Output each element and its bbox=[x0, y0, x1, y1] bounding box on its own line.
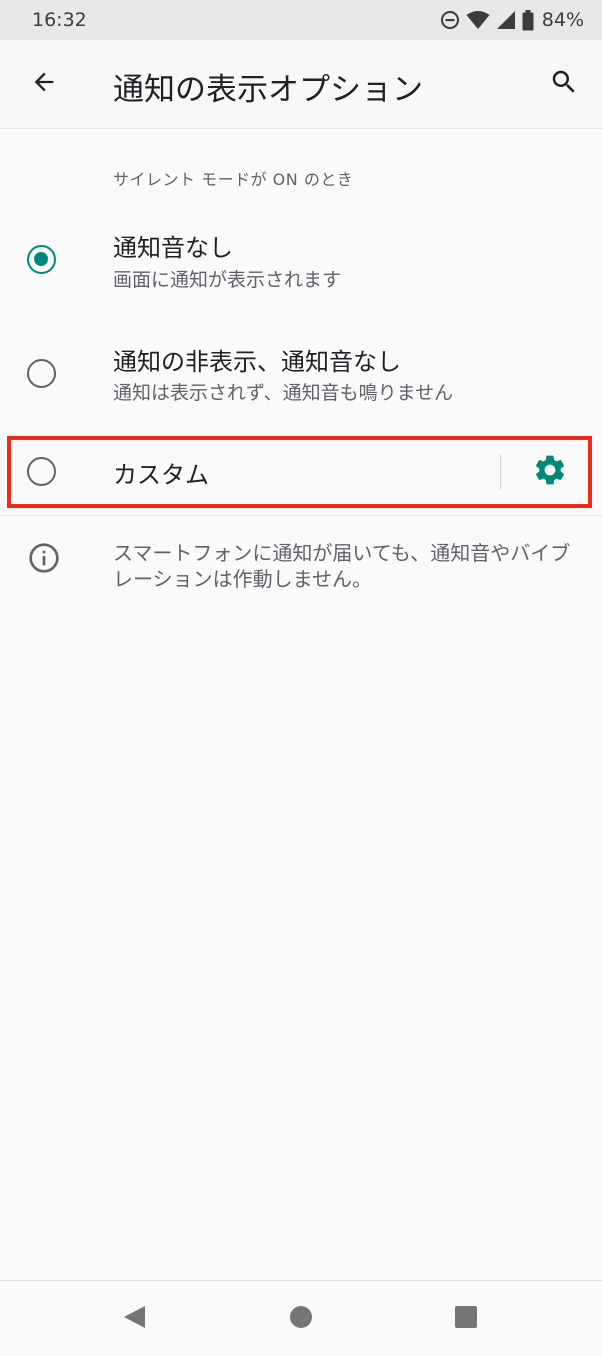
option-hide-notifications[interactable]: 通知の非表示、通知音なし 通知は表示されず、通知音も鳴りません bbox=[0, 323, 602, 423]
nav-recents-icon bbox=[454, 1305, 478, 1333]
option-subtitle: 画面に通知が表示されます bbox=[113, 269, 342, 291]
signal-icon bbox=[496, 10, 516, 30]
radio-button-selected[interactable] bbox=[27, 245, 56, 274]
nav-back-icon bbox=[121, 1304, 147, 1334]
info-icon bbox=[28, 542, 60, 574]
app-bar: 通知の表示オプション bbox=[0, 40, 602, 129]
option-title: 通知の非表示、通知音なし bbox=[113, 348, 401, 376]
section-header: サイレント モードが ON のとき bbox=[113, 170, 354, 189]
status-icons: 84% bbox=[440, 9, 584, 31]
option-title: 通知音なし bbox=[113, 234, 233, 262]
arrow-back-icon bbox=[30, 68, 58, 100]
battery-icon bbox=[522, 9, 534, 31]
info-text: スマートフォンに通知が届いても、通知音やバイブレーションは作動しません。 bbox=[113, 541, 571, 591]
status-bar: 16:32 84% bbox=[0, 0, 602, 40]
do-not-disturb-icon bbox=[440, 10, 460, 30]
search-icon bbox=[549, 67, 579, 101]
battery-percentage: 84% bbox=[541, 9, 584, 31]
nav-home-button[interactable] bbox=[283, 1301, 319, 1337]
divider bbox=[0, 515, 602, 516]
status-time: 16:32 bbox=[32, 9, 87, 31]
back-button[interactable] bbox=[20, 60, 68, 108]
wifi-icon bbox=[466, 10, 490, 30]
nav-back-button[interactable] bbox=[116, 1301, 152, 1337]
radio-button[interactable] bbox=[27, 359, 56, 388]
search-button[interactable] bbox=[540, 60, 588, 108]
highlight-box bbox=[7, 436, 592, 508]
option-subtitle: 通知は表示されず、通知音も鳴りません bbox=[113, 382, 454, 404]
nav-recents-button[interactable] bbox=[448, 1301, 484, 1337]
page-title: 通知の表示オプション bbox=[113, 72, 423, 108]
navigation-bar bbox=[0, 1280, 602, 1356]
nav-home-icon bbox=[289, 1305, 313, 1333]
option-silent-notifications[interactable]: 通知音なし 画面に通知が表示されます bbox=[0, 210, 602, 310]
